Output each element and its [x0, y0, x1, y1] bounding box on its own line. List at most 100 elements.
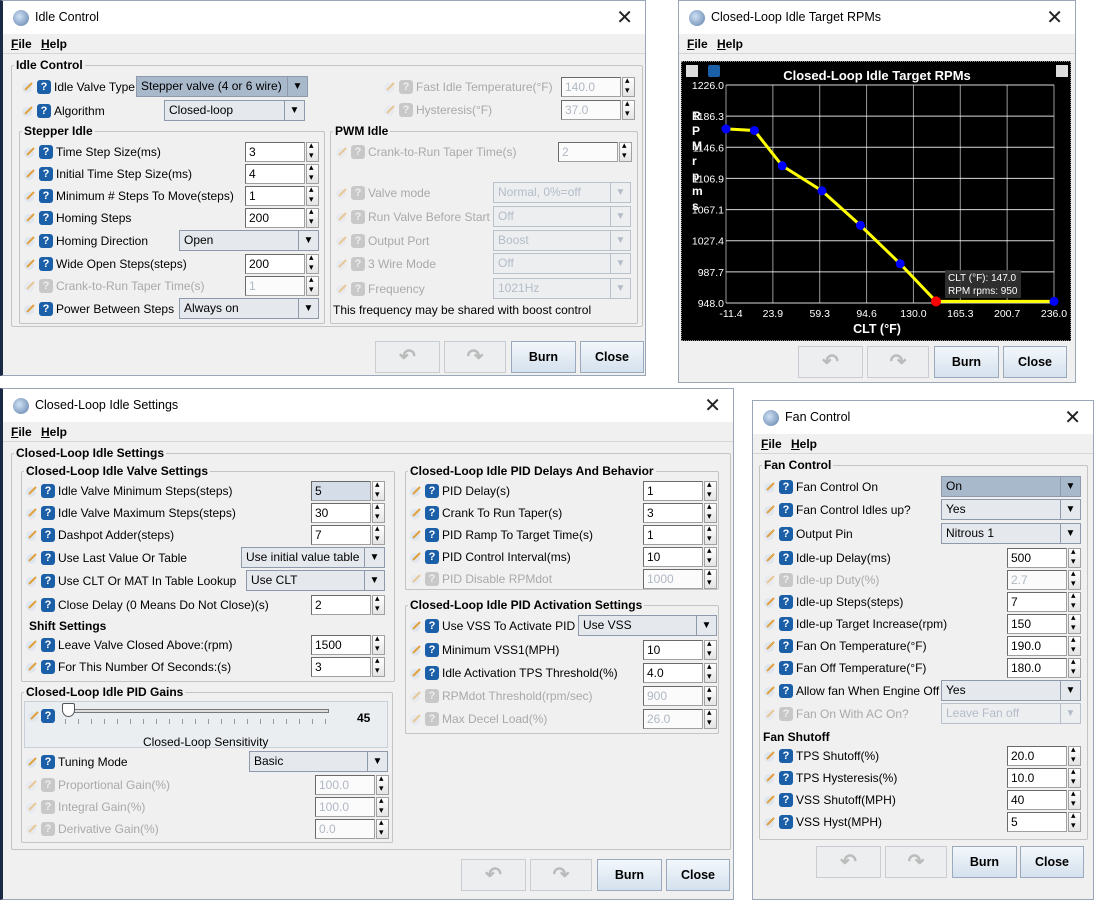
select-idle-valve-type[interactable]: Stepper valve (4 or 6 wire) ▼ — [136, 76, 308, 97]
select-power-between-steps[interactable]: Always on ▼ — [179, 298, 319, 319]
chevron-down-icon[interactable]: ▼ — [1060, 681, 1080, 700]
help-icon[interactable]: ? — [37, 80, 51, 94]
edit-pencil-icon[interactable] — [763, 639, 777, 653]
select-use-last-value-or-table[interactable]: Use initial value table ▼ — [241, 547, 385, 568]
help-icon[interactable]: ? — [41, 755, 55, 769]
help-icon[interactable]: ? — [399, 80, 413, 94]
input-idle-up-delay-ms[interactable]: 500 — [1007, 548, 1067, 568]
spinner-tps-hysteresis[interactable] — [1068, 766, 1081, 788]
edit-pencil-icon[interactable] — [21, 80, 35, 94]
edit-pencil-icon[interactable] — [763, 684, 777, 698]
input-leave-valve-closed-above-rpm[interactable]: 1500 — [311, 635, 371, 655]
select-algorithm[interactable]: Closed-loop ▼ — [164, 100, 305, 121]
edit-pencil-icon[interactable] — [763, 793, 777, 807]
help-icon[interactable]: ? — [41, 709, 55, 723]
help-icon[interactable]: ? — [39, 167, 53, 181]
edit-pencil-icon[interactable] — [763, 707, 777, 721]
spinner-dashpot-adder-steps[interactable] — [372, 523, 385, 545]
chevron-down-icon[interactable]: ▼ — [1060, 500, 1080, 519]
input-vss-shutoff-mph[interactable]: 40 — [1007, 790, 1067, 810]
edit-pencil-icon[interactable] — [383, 80, 397, 94]
spinner-idle-up-target-increase-rpm[interactable] — [1068, 612, 1081, 634]
target-rpm-chart[interactable]: Closed-Loop Idle Target RPMs1226.01186.3… — [682, 62, 1072, 342]
select-output-pin[interactable]: Nitrous 1 ▼ — [941, 523, 1081, 544]
edit-pencil-icon[interactable] — [763, 661, 777, 675]
edit-pencil-icon[interactable] — [25, 778, 39, 792]
edit-pencil-icon[interactable] — [409, 666, 423, 680]
spinner-pid-control-interval-ms[interactable] — [704, 545, 717, 567]
close-button[interactable]: Close — [1003, 346, 1067, 378]
select-allow-fan-when-engine-off[interactable]: Yes ▼ — [941, 680, 1081, 701]
edit-pencil-icon[interactable] — [335, 210, 349, 224]
help-icon[interactable]: ? — [425, 528, 439, 542]
edit-pencil-icon[interactable] — [27, 709, 41, 723]
edit-pencil-icon[interactable] — [335, 186, 349, 200]
edit-pencil-icon[interactable] — [23, 167, 37, 181]
help-icon[interactable]: ? — [41, 574, 55, 588]
edit-pencil-icon[interactable] — [763, 527, 777, 541]
edit-pencil-icon[interactable] — [763, 503, 777, 517]
burn-button[interactable]: Burn — [597, 859, 662, 891]
input-time-step-size-ms[interactable]: 3 — [245, 142, 305, 162]
spinner-homing-steps[interactable] — [306, 206, 319, 228]
edit-pencil-icon[interactable] — [25, 800, 39, 814]
input-pid-delay-s[interactable]: 1 — [643, 481, 703, 501]
spinner-idle-activation-tps-threshold[interactable] — [704, 661, 717, 683]
close-button[interactable]: Close — [666, 859, 730, 891]
help-icon[interactable]: ? — [41, 506, 55, 520]
chevron-down-icon[interactable]: ▼ — [1060, 524, 1080, 543]
edit-pencil-icon[interactable] — [21, 104, 35, 118]
spinner-idle-up-delay-ms[interactable] — [1068, 546, 1081, 568]
help-icon[interactable]: ? — [779, 661, 793, 675]
slider-track[interactable] — [65, 709, 329, 713]
edit-pencil-icon[interactable] — [335, 234, 349, 248]
edit-pencil-icon[interactable] — [25, 574, 39, 588]
help-icon[interactable]: ? — [425, 572, 439, 586]
title-bar[interactable]: Closed-Loop Idle Target RPMs ✕ — [679, 1, 1075, 34]
close-icon[interactable]: ✕ — [616, 5, 633, 30]
spinner-fan-on-temperature-f[interactable] — [1068, 634, 1081, 656]
chevron-down-icon[interactable]: ▼ — [298, 299, 318, 318]
edit-pencil-icon[interactable] — [23, 211, 37, 225]
help-icon[interactable]: ? — [779, 793, 793, 807]
select-fan-control-on[interactable]: On ▼ — [941, 476, 1081, 497]
help-icon[interactable]: ? — [779, 480, 793, 494]
spinner-close-delay-0-means-do-not-close-s[interactable] — [372, 593, 385, 615]
close-icon[interactable]: ✕ — [1064, 405, 1081, 430]
edit-pencil-icon[interactable] — [23, 302, 37, 316]
select-use-clt-or-mat-in-table-lookup[interactable]: Use CLT ▼ — [246, 570, 385, 591]
help-icon[interactable]: ? — [41, 800, 55, 814]
spinner-tps-shutoff[interactable] — [1068, 744, 1081, 766]
help-icon[interactable]: ? — [779, 749, 793, 763]
input-idle-up-target-increase-rpm[interactable]: 150 — [1007, 614, 1067, 634]
edit-pencil-icon[interactable] — [409, 484, 423, 498]
input-idle-activation-tps-threshold[interactable]: 4.0 — [643, 663, 703, 683]
input-initial-time-step-size-ms[interactable]: 4 — [245, 164, 305, 184]
help-icon[interactable]: ? — [779, 551, 793, 565]
help-icon[interactable]: ? — [351, 210, 365, 224]
help-icon[interactable]: ? — [351, 282, 365, 296]
input-wide-open-steps-steps[interactable]: 200 — [245, 254, 305, 274]
chevron-down-icon[interactable]: ▼ — [367, 752, 387, 771]
help-icon[interactable]: ? — [425, 619, 439, 633]
menu-file[interactable]: File — [11, 425, 32, 439]
input-idle-valve-minimum-steps-steps[interactable]: 5 — [311, 481, 371, 501]
input-minimum-vss1-mph[interactable]: 10 — [643, 640, 703, 660]
help-icon[interactable]: ? — [779, 815, 793, 829]
input-tps-hysteresis[interactable]: 10.0 — [1007, 768, 1067, 788]
input-crank-to-run-taper-s[interactable]: 3 — [643, 503, 703, 523]
chevron-down-icon[interactable]: ▼ — [287, 77, 307, 96]
help-icon[interactable]: ? — [425, 550, 439, 564]
help-icon[interactable]: ? — [425, 689, 439, 703]
edit-pencil-icon[interactable] — [409, 528, 423, 542]
edit-pencil-icon[interactable] — [25, 660, 39, 674]
spinner-crank-to-run-taper-s[interactable] — [704, 501, 717, 523]
help-icon[interactable]: ? — [779, 639, 793, 653]
help-icon[interactable]: ? — [39, 189, 53, 203]
burn-button[interactable]: Burn — [511, 341, 576, 373]
help-icon[interactable]: ? — [41, 660, 55, 674]
spinner-idle-valve-maximum-steps-steps[interactable] — [372, 501, 385, 523]
edit-pencil-icon[interactable] — [763, 749, 777, 763]
help-icon[interactable]: ? — [39, 211, 53, 225]
menu-help[interactable]: Help — [41, 37, 67, 51]
